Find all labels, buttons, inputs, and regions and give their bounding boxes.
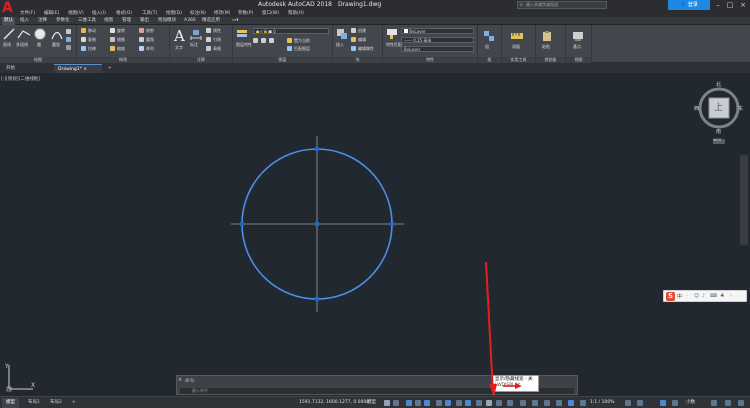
tab-model[interactable]: 模型: [2, 398, 19, 408]
annotation-scale[interactable]: 1:1 / 100%: [590, 398, 614, 408]
viewcube-west[interactable]: 西: [694, 105, 699, 112]
isodraft-icon[interactable]: [424, 400, 430, 406]
viewcube-compass-icon: [698, 87, 740, 144]
svg-text:X: X: [31, 382, 35, 389]
ortho-icon[interactable]: [406, 400, 412, 406]
3d-osnap-icon[interactable]: [507, 400, 513, 406]
grid-icon[interactable]: [384, 400, 390, 406]
lineweight-toggle-icon[interactable]: [486, 400, 492, 406]
clean-screen-icon[interactable]: [725, 400, 731, 406]
tooltip-command: LWDISPLAY: [495, 383, 520, 388]
polar-icon[interactable]: [415, 400, 421, 406]
grip-right: [390, 222, 394, 226]
ucs-icon: Y X: [4, 363, 35, 392]
ime-menu-icon[interactable]: ⁘: [729, 293, 733, 299]
selection-filter-icon[interactable]: [532, 400, 538, 406]
ime-keyboard-icon[interactable]: ⌨: [710, 293, 717, 299]
object-snap-icon[interactable]: [445, 400, 451, 406]
ime-voice-icon[interactable]: ♪: [702, 293, 705, 299]
ime-punctuation-icon[interactable]: ·: [687, 293, 689, 299]
lineweight-tooltip: 显示/隐藏线宽 - 关 LWDISPLAY: [492, 375, 539, 392]
tab-layout2[interactable]: 布局2: [46, 398, 66, 408]
viewcube-north[interactable]: 北: [716, 81, 721, 88]
autocad-window: Autodesk AutoCAD 2018 Drawing1.dwg ⌕ 键入关键…: [0, 0, 750, 408]
viewcube-top[interactable]: 上: [714, 100, 723, 113]
drawing-geometry: Y X: [4, 136, 404, 392]
ime-logo-icon: S: [666, 292, 675, 301]
annotation-scale-icon[interactable]: [568, 400, 574, 406]
grip-bottom: [315, 297, 319, 301]
grip-left: [240, 222, 244, 226]
coordinates-readout[interactable]: 1591.7132, 1600.1277, 0.0000: [299, 398, 369, 408]
quick-properties-icon[interactable]: [711, 400, 717, 406]
add-layout-button[interactable]: +: [68, 398, 80, 408]
ime-emoji-icon[interactable]: ☺: [694, 293, 699, 299]
transparency-icon[interactable]: [476, 400, 482, 406]
tab-layout1[interactable]: 布局1: [24, 398, 44, 408]
annotation-monitor-icon[interactable]: [556, 400, 562, 406]
status-bar: 模型 布局1 布局2 + 1591.7132, 1600.1277, 0.000…: [0, 396, 750, 408]
customize-icon[interactable]: [738, 400, 744, 406]
wcs-menu[interactable]: WCS: [713, 138, 721, 142]
viewcube[interactable]: 上 北 南 东 西 WCS: [694, 81, 744, 144]
ime-lang[interactable]: 中: [677, 293, 682, 300]
grip-top: [315, 147, 319, 151]
viewcube-south[interactable]: 南: [716, 128, 721, 135]
object-snap-tracking-icon[interactable]: [436, 400, 442, 406]
ime-toolbar[interactable]: S 中 · ☺ ♪ ⌨ ♣ ⁘: [663, 290, 747, 302]
command-history: 命令:: [185, 379, 196, 384]
annotation-plus-icon[interactable]: [637, 400, 643, 406]
workspace-icon[interactable]: [625, 400, 631, 406]
dynamic-input-icon[interactable]: [465, 400, 471, 406]
grip-center: [315, 222, 319, 226]
command-close-icon[interactable]: ×: [178, 377, 182, 383]
navigation-bar[interactable]: [740, 155, 748, 245]
hardware-acceleration-icon[interactable]: [672, 400, 678, 406]
units-display[interactable]: 小数: [686, 398, 695, 408]
isolate-objects-icon[interactable]: [660, 400, 666, 406]
annotation-visibility-icon[interactable]: [456, 400, 462, 406]
viewcube-east[interactable]: 东: [738, 105, 743, 112]
dynamic-ucs-icon[interactable]: [520, 400, 526, 406]
ime-skin-icon[interactable]: ♣: [720, 293, 724, 299]
command-placeholder: 键入命令: [192, 388, 208, 393]
model-space-button[interactable]: 模型: [367, 398, 376, 408]
selection-cycling-icon[interactable]: [496, 400, 502, 406]
svg-text:Y: Y: [4, 363, 9, 370]
gizmo-icon[interactable]: [544, 400, 550, 406]
autoscale-icon[interactable]: [580, 400, 586, 406]
snap-icon[interactable]: [393, 400, 399, 406]
